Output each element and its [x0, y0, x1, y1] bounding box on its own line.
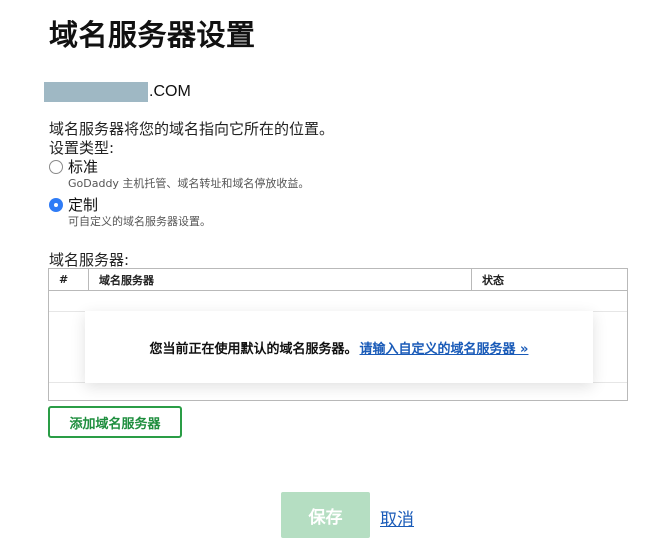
column-header-nameserver: 域名服务器 — [89, 269, 472, 290]
option-standard-label: 标准 — [68, 158, 99, 176]
redacted-domain-mask — [44, 82, 148, 102]
option-custom[interactable]: 定制 可自定义的域名服务器设置。 — [49, 196, 211, 229]
nameservers-label: 域名服务器: — [49, 251, 130, 269]
radio-standard[interactable] — [49, 160, 63, 174]
page-title: 域名服务器设置 — [49, 18, 256, 52]
option-standard[interactable]: 标准 GoDaddy 主机托管、域名转址和域名停放收益。 — [49, 158, 309, 191]
save-button[interactable]: 保存 — [281, 492, 370, 538]
nameservers-table: # 域名服务器 状态 您当前正在使用默认的域名服务器。 请输入自定义的域名服务器… — [48, 268, 628, 401]
domain-tld: .COM — [149, 83, 191, 100]
setting-type-label: 设置类型: — [49, 139, 115, 157]
radio-custom[interactable] — [49, 198, 63, 212]
column-header-status: 状态 — [482, 273, 504, 287]
table-header: # 域名服务器 状态 — [49, 269, 627, 291]
empty-state-text: 您当前正在使用默认的域名服务器。 — [149, 341, 358, 357]
empty-state-panel: 您当前正在使用默认的域名服务器。 请输入自定义的域名服务器 » — [85, 311, 593, 383]
enter-custom-nameservers-link[interactable]: 请输入自定义的域名服务器 » — [360, 338, 529, 357]
cancel-link[interactable]: 取消 — [380, 505, 414, 530]
description-text: 域名服务器将您的域名指向它所在的位置。 — [49, 120, 335, 138]
option-custom-description: 可自定义的域名服务器设置。 — [68, 215, 211, 228]
domain-name: .COM — [44, 82, 191, 102]
add-nameserver-button[interactable]: 添加域名服务器 — [48, 406, 182, 438]
option-standard-description: GoDaddy 主机托管、域名转址和域名停放收益。 — [68, 177, 310, 190]
column-header-number: # — [49, 269, 89, 290]
option-custom-label: 定制 — [68, 196, 99, 214]
